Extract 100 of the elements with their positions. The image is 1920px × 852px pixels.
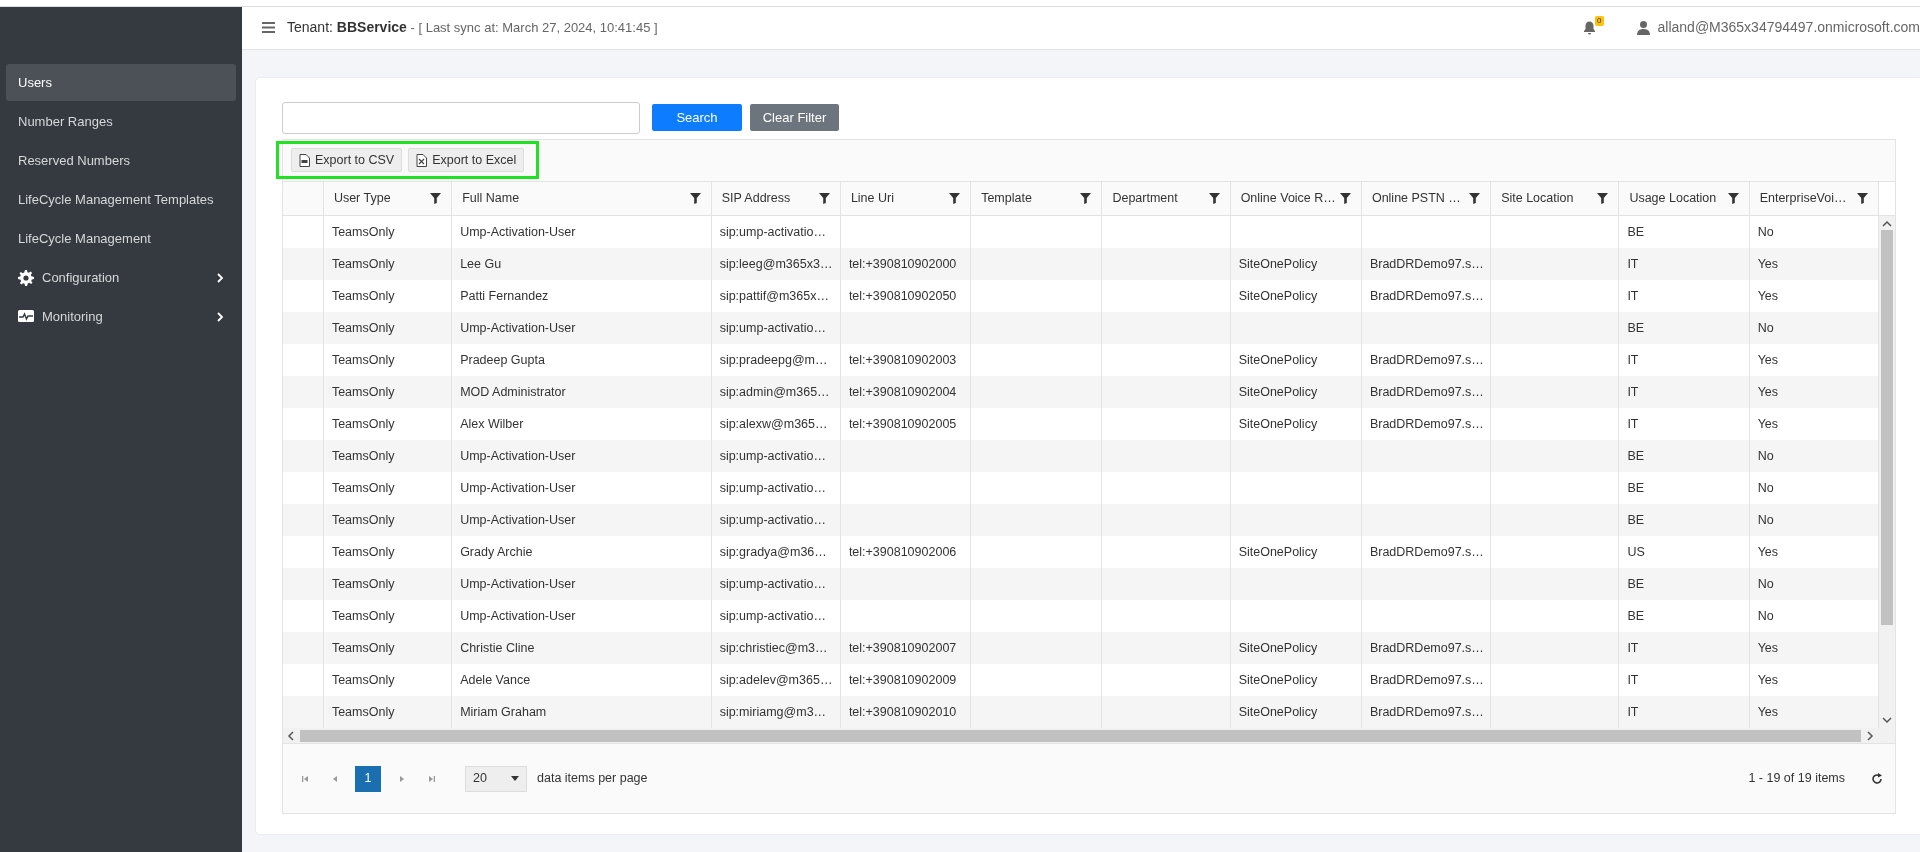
table-cell: Lee Gu <box>451 248 712 280</box>
filter-icon[interactable] <box>430 192 442 204</box>
gear-icon <box>18 269 34 286</box>
table-cell: IT <box>1618 696 1750 728</box>
table-cell: sip:admin@m365… <box>711 376 841 408</box>
filter-icon[interactable] <box>1727 192 1739 204</box>
csv-file-icon <box>299 153 310 167</box>
table-cell: sip:ump-activatio… <box>711 440 841 472</box>
vertical-scrollbar[interactable] <box>1879 216 1895 728</box>
scroll-down-icon[interactable] <box>1882 716 1892 724</box>
clear-filter-button[interactable]: Clear Filter <box>750 104 839 131</box>
table-cell: sip:ump-activatio… <box>711 504 841 536</box>
search-field[interactable] <box>282 101 640 134</box>
table-cell: BradDRDemo97.s… <box>1361 696 1491 728</box>
table-cell: sip:leeg@m365x3… <box>711 248 841 280</box>
table-cell: BE <box>1618 568 1750 600</box>
table-cell: SiteOnePolicy <box>1230 632 1362 664</box>
table-cell: TeamsOnly <box>323 568 452 600</box>
notification-count: 0 <box>1595 15 1604 26</box>
column-header[interactable]: Full Name <box>462 188 520 208</box>
tenant-title: Tenant: BBService - [ Last sync at: March 27, 2024, 10:41:45 ] <box>287 18 658 38</box>
table-cell: Yes <box>1749 248 1879 280</box>
chevron-icon <box>216 272 224 283</box>
table-cell: No <box>1749 504 1879 536</box>
filter-icon[interactable] <box>949 192 961 204</box>
sidebar-item[interactable]: Users <box>6 64 236 101</box>
pager-summary: 1 - 19 of 19 items <box>1748 770 1845 788</box>
menu-icon[interactable] <box>262 22 275 34</box>
user-icon <box>1636 20 1650 35</box>
chevron-icon <box>216 311 224 322</box>
refresh-icon[interactable] <box>1871 772 1883 785</box>
table-cell: No <box>1749 440 1879 472</box>
table-cell: TeamsOnly <box>323 632 452 664</box>
table-cell: tel:+390810902000 <box>840 248 971 280</box>
filter-icon[interactable] <box>1208 192 1220 204</box>
table-cell: No <box>1749 312 1879 344</box>
spreadsheet-file-icon <box>416 153 428 167</box>
table-cell: BE <box>1618 440 1750 472</box>
filter-icon[interactable] <box>818 192 830 204</box>
user-email[interactable]: alland@M365x34794497.onmicrosoft.com <box>1657 17 1920 39</box>
table-cell: TeamsOnly <box>323 696 452 728</box>
scroll-left-icon[interactable] <box>286 730 296 741</box>
sidebar-item[interactable]: Configuration <box>6 259 236 296</box>
table-cell: SiteOnePolicy <box>1230 376 1362 408</box>
filter-icon[interactable] <box>1597 192 1609 204</box>
table-cell: sip:miriamg@m3… <box>711 696 841 728</box>
sidebar-item[interactable]: Monitoring <box>6 298 236 335</box>
scrollbar-thumb[interactable] <box>300 729 1861 742</box>
search-button[interactable]: Search <box>652 104 742 131</box>
table-cell: Miriam Graham <box>451 696 712 728</box>
scrollbar-thumb[interactable] <box>1881 230 1893 625</box>
last-page-icon[interactable] <box>426 774 436 783</box>
monitor-pulse-icon <box>18 309 34 324</box>
filter-icon[interactable] <box>1080 192 1092 204</box>
filter-icon[interactable] <box>1857 192 1868 204</box>
sidebar-item[interactable]: Number Ranges <box>6 103 236 140</box>
table-cell: tel:+390810902007 <box>840 632 971 664</box>
page-size-dropdown[interactable]: 20 <box>465 765 527 792</box>
table-cell: TeamsOnly <box>323 504 452 536</box>
page-button[interactable]: 1 <box>355 765 381 792</box>
table-cell: Ump-Activation-User <box>451 504 712 536</box>
table-cell: sip:christiec@m3… <box>711 632 841 664</box>
table-cell: sip:ump-activatio… <box>711 312 841 344</box>
table-cell: BradDRDemo97.s… <box>1361 376 1491 408</box>
table-cell: MOD Administrator <box>451 376 712 408</box>
table-cell: Yes <box>1749 632 1879 664</box>
table-cell: Christie Cline <box>451 632 712 664</box>
scroll-up-icon[interactable] <box>1882 220 1892 228</box>
table-cell: TeamsOnly <box>323 376 452 408</box>
filter-icon[interactable] <box>1339 192 1351 204</box>
table-cell: No <box>1749 568 1879 600</box>
sidebar-item[interactable]: LifeCycle Management <box>6 220 236 257</box>
table-cell: IT <box>1618 248 1750 280</box>
table-cell: BE <box>1618 504 1750 536</box>
table-cell: tel:+390810902004 <box>840 376 971 408</box>
notification-bell-icon[interactable] <box>1583 20 1597 35</box>
table-cell: TeamsOnly <box>323 440 452 472</box>
table-cell: Yes <box>1749 696 1879 728</box>
export-excel-button[interactable]: Export to Excel <box>408 148 525 172</box>
filter-icon[interactable] <box>689 192 701 204</box>
table-cell: SiteOnePolicy <box>1230 696 1362 728</box>
scroll-right-icon[interactable] <box>1865 730 1875 741</box>
table-cell: BE <box>1618 312 1750 344</box>
column-header[interactable]: Line Uri <box>850 188 894 208</box>
filter-icon[interactable] <box>1469 192 1481 204</box>
table-cell: tel:+390810902010 <box>840 696 971 728</box>
table-cell: Ump-Activation-User <box>451 440 712 472</box>
table-cell: IT <box>1618 632 1750 664</box>
table-cell: Yes <box>1749 376 1879 408</box>
caret-icon <box>511 776 519 781</box>
table-cell: Ump-Activation-User <box>451 568 712 600</box>
table-cell: BradDRDemo97.s… <box>1361 248 1491 280</box>
first-page-icon[interactable] <box>300 774 310 783</box>
table-cell: TeamsOnly <box>323 312 452 344</box>
table-cell: BradDRDemo97.s… <box>1361 632 1491 664</box>
sidebar-item[interactable]: Reserved Numbers <box>6 142 236 179</box>
horizontal-scrollbar[interactable] <box>283 728 1895 743</box>
table-cell: Ump-Activation-User <box>451 312 712 344</box>
sidebar-item[interactable]: LifeCycle Management Templates <box>6 181 236 218</box>
export-csv-button[interactable]: Export to CSV <box>291 148 403 172</box>
